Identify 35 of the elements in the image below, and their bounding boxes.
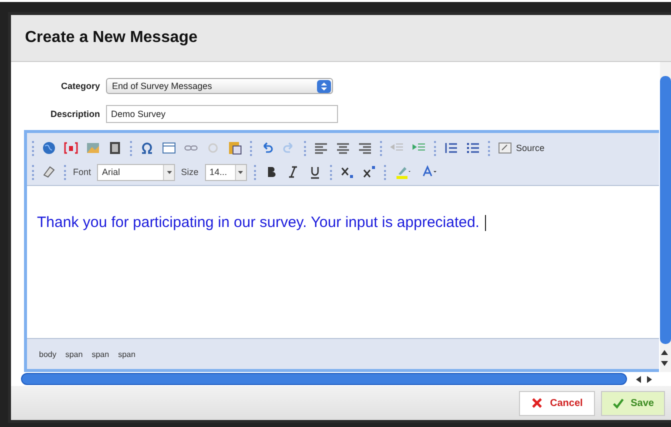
- cancel-button[interactable]: Cancel: [519, 390, 595, 416]
- bracket-icon[interactable]: [63, 140, 79, 156]
- source-button[interactable]: Source: [497, 140, 545, 156]
- bullet-list-icon[interactable]: [465, 140, 481, 156]
- editor-content-area[interactable]: Thank you for participating in our survey. Your input is appreciated.: [27, 186, 659, 339]
- eraser-icon[interactable]: [41, 164, 57, 180]
- superscript-icon[interactable]: [360, 164, 377, 180]
- size-dropdown[interactable]: 14...: [204, 164, 247, 180]
- path-item[interactable]: span: [65, 350, 83, 358]
- stepper-icon: [317, 80, 331, 92]
- category-dropdown[interactable]: End of Survey Messages: [106, 78, 333, 94]
- path-item[interactable]: span: [118, 350, 136, 358]
- description-field[interactable]: Demo Survey: [106, 105, 338, 123]
- description-label: Description: [49, 109, 100, 119]
- category-label: Category: [60, 81, 100, 91]
- font-label: Font: [73, 167, 92, 177]
- source-icon: [497, 140, 513, 156]
- numbered-list-icon[interactable]: [443, 140, 459, 156]
- path-item[interactable]: body: [39, 350, 56, 358]
- caret-icon: [166, 170, 172, 174]
- vertical-scrollbar[interactable]: [660, 62, 671, 372]
- omega-icon[interactable]: [139, 140, 155, 156]
- save-button[interactable]: Save: [601, 390, 665, 416]
- paste-icon[interactable]: [227, 140, 243, 156]
- x-icon: [530, 396, 544, 410]
- size-label: Size: [181, 167, 199, 177]
- caret-icon: [238, 170, 244, 174]
- dialog-title: Create a New Message: [25, 29, 198, 47]
- horizontal-scrollbar[interactable]: [21, 373, 627, 385]
- checkmark-icon: [612, 396, 625, 410]
- path-item[interactable]: span: [92, 350, 110, 358]
- table-icon[interactable]: [161, 140, 177, 156]
- globe-icon[interactable]: [41, 140, 57, 156]
- font-dropdown[interactable]: Arial: [97, 164, 176, 180]
- message-text: Thank you for participating in our survey. Your input is appreciated.: [37, 214, 480, 231]
